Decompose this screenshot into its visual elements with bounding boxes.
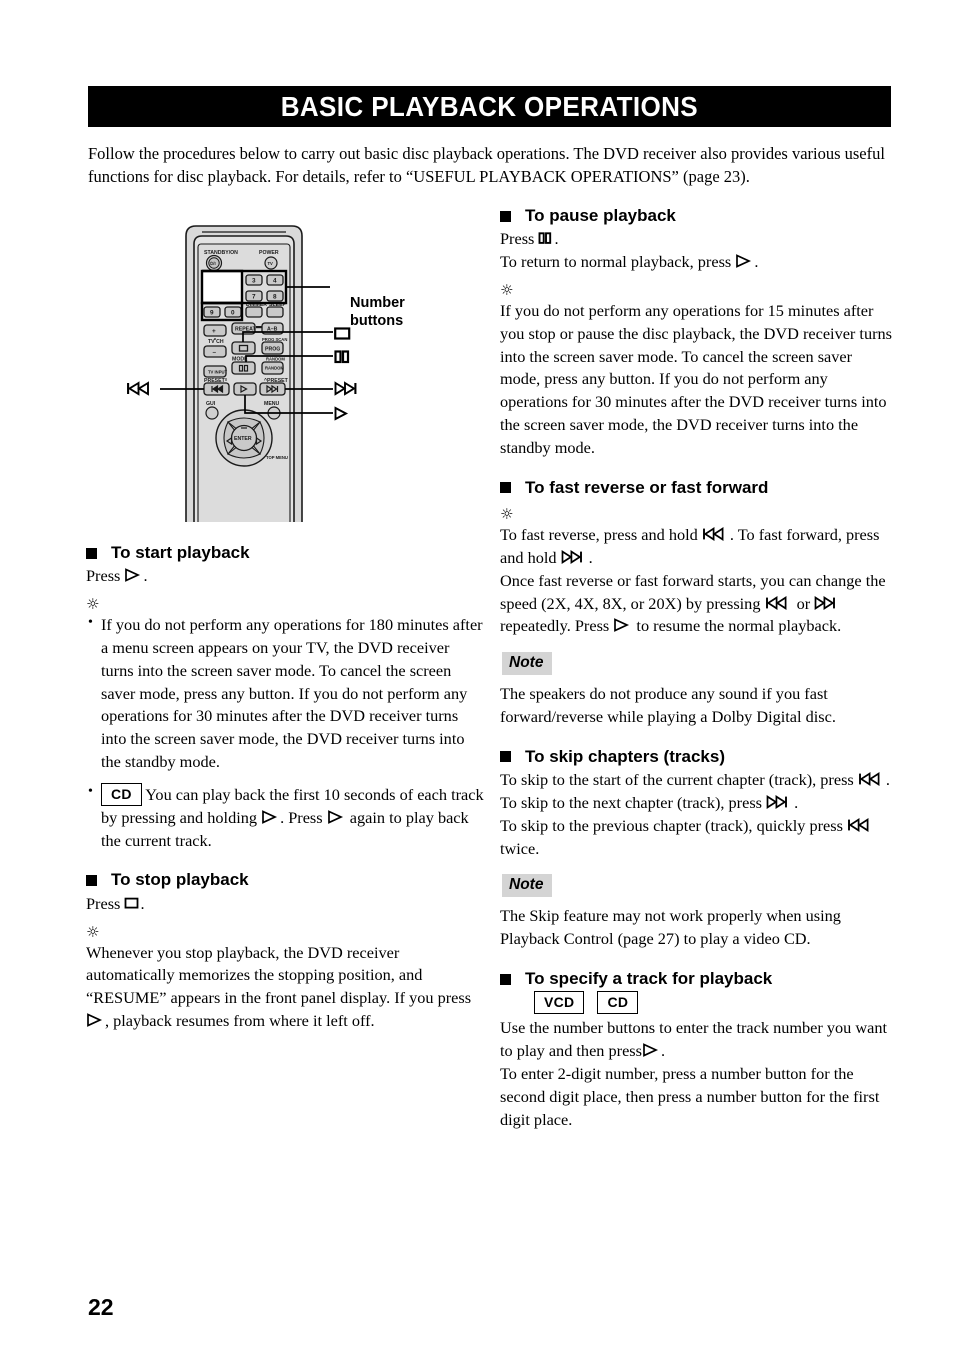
intro-paragraph: Follow the procedures below to carry out… bbox=[88, 144, 885, 187]
skip-forward-icon bbox=[561, 549, 589, 564]
heading-to-stop-playback: To stop playback bbox=[86, 870, 486, 890]
disc-badge-cd: CD bbox=[597, 991, 639, 1015]
play-triangle-icon bbox=[735, 254, 754, 269]
tip-item: If you do not perform any operations for… bbox=[86, 613, 486, 774]
stop-playback-press-line: Press . bbox=[86, 893, 145, 913]
play-triangle-icon bbox=[642, 1043, 661, 1058]
fast-rev-fwd-tip-a: To fast reverse, press and hold . To fas… bbox=[500, 525, 880, 567]
disc-badge-cd: CD bbox=[101, 782, 142, 806]
heading-to-start-playback: To start playback bbox=[86, 543, 486, 563]
bullet-square-icon bbox=[500, 482, 511, 494]
right-column: To pause playback Press . To return to n… bbox=[500, 206, 892, 1132]
skip-chapters-line-1: To skip to the start of the current chap… bbox=[500, 770, 890, 790]
play-triangle-icon bbox=[86, 1013, 105, 1027]
tip-item: CD You can play back the first 10 second… bbox=[86, 782, 486, 852]
stop-playback-tip: Whenever you stop playback, the DVD rece… bbox=[86, 942, 472, 1030]
pause-playback-return-line: To return to normal playback, press . bbox=[500, 252, 759, 272]
stop-square-icon bbox=[124, 897, 140, 910]
fast-rev-fwd-tip-b: Once fast reverse or fast forward starts… bbox=[500, 570, 886, 636]
heading-to-skip-chapters: To skip chapters (tracks) bbox=[500, 747, 892, 767]
pause-playback-tip: If you do not perform any operations for… bbox=[500, 301, 892, 457]
play-triangle-icon bbox=[613, 618, 632, 633]
skip-chapters-line-2: To skip to the next chapter (track), pre… bbox=[500, 792, 799, 812]
skip-chapters-line-3: To skip to the previous chapter (track),… bbox=[500, 815, 892, 861]
tip-sun-icon: ☼ bbox=[500, 505, 513, 524]
disc-badge-row: VCD CD bbox=[534, 991, 892, 1015]
pause-bars-icon bbox=[538, 232, 554, 245]
play-triangle-icon bbox=[261, 809, 280, 824]
heading-to-pause-playback: To pause playback bbox=[500, 206, 892, 226]
start-playback-press-line: Press . bbox=[86, 566, 148, 586]
note-label: Note bbox=[502, 652, 553, 676]
bullet-square-icon bbox=[500, 210, 511, 222]
pause-playback-press-line: Press . bbox=[500, 229, 559, 249]
page-number: 22 bbox=[88, 1294, 114, 1320]
page-title-banner: BASIC PLAYBACK OPERATIONS bbox=[88, 86, 891, 127]
disc-badge-vcd: VCD bbox=[534, 991, 585, 1015]
specify-track-line-1: Use the number buttons to enter the trac… bbox=[500, 1018, 888, 1061]
page-title: BASIC PLAYBACK OPERATIONS bbox=[280, 90, 699, 122]
skip-back-icon bbox=[858, 772, 886, 787]
bullet-square-icon bbox=[500, 751, 511, 763]
skip-chapters-note: The Skip feature may not work properly w… bbox=[500, 906, 841, 949]
note-label: Note bbox=[502, 874, 553, 898]
manual-page: BASIC PLAYBACK OPERATIONS Follow the pro… bbox=[0, 0, 954, 1348]
bullet-square-icon bbox=[86, 875, 97, 887]
tip-sun-icon: ☼ bbox=[86, 595, 99, 614]
skip-forward-icon bbox=[814, 595, 842, 610]
specify-track-line-2: To enter 2-digit number, press a number … bbox=[500, 1064, 880, 1129]
skip-forward-icon bbox=[766, 795, 794, 809]
tip-sun-icon: ☼ bbox=[500, 281, 513, 300]
heading-to-fast-reverse-or-fast-forward: To fast reverse or fast forward bbox=[500, 478, 892, 498]
bullet-square-icon bbox=[86, 547, 97, 559]
skip-back-icon bbox=[702, 527, 730, 542]
skip-back-icon bbox=[847, 817, 875, 832]
skip-back-icon bbox=[765, 595, 793, 610]
tip-sun-icon: ☼ bbox=[86, 922, 99, 941]
start-playback-tips: If you do not perform any operations for… bbox=[86, 613, 486, 852]
play-triangle-icon bbox=[327, 809, 346, 824]
play-triangle-icon bbox=[124, 568, 143, 583]
fast-rev-fwd-note: The speakers do not produce any sound if… bbox=[500, 684, 836, 726]
heading-to-specify-a-track: To specify a track for playback bbox=[500, 969, 892, 989]
left-column: To start playback Press . ☼ If you do no… bbox=[86, 206, 486, 1033]
bullet-square-icon bbox=[500, 973, 511, 985]
